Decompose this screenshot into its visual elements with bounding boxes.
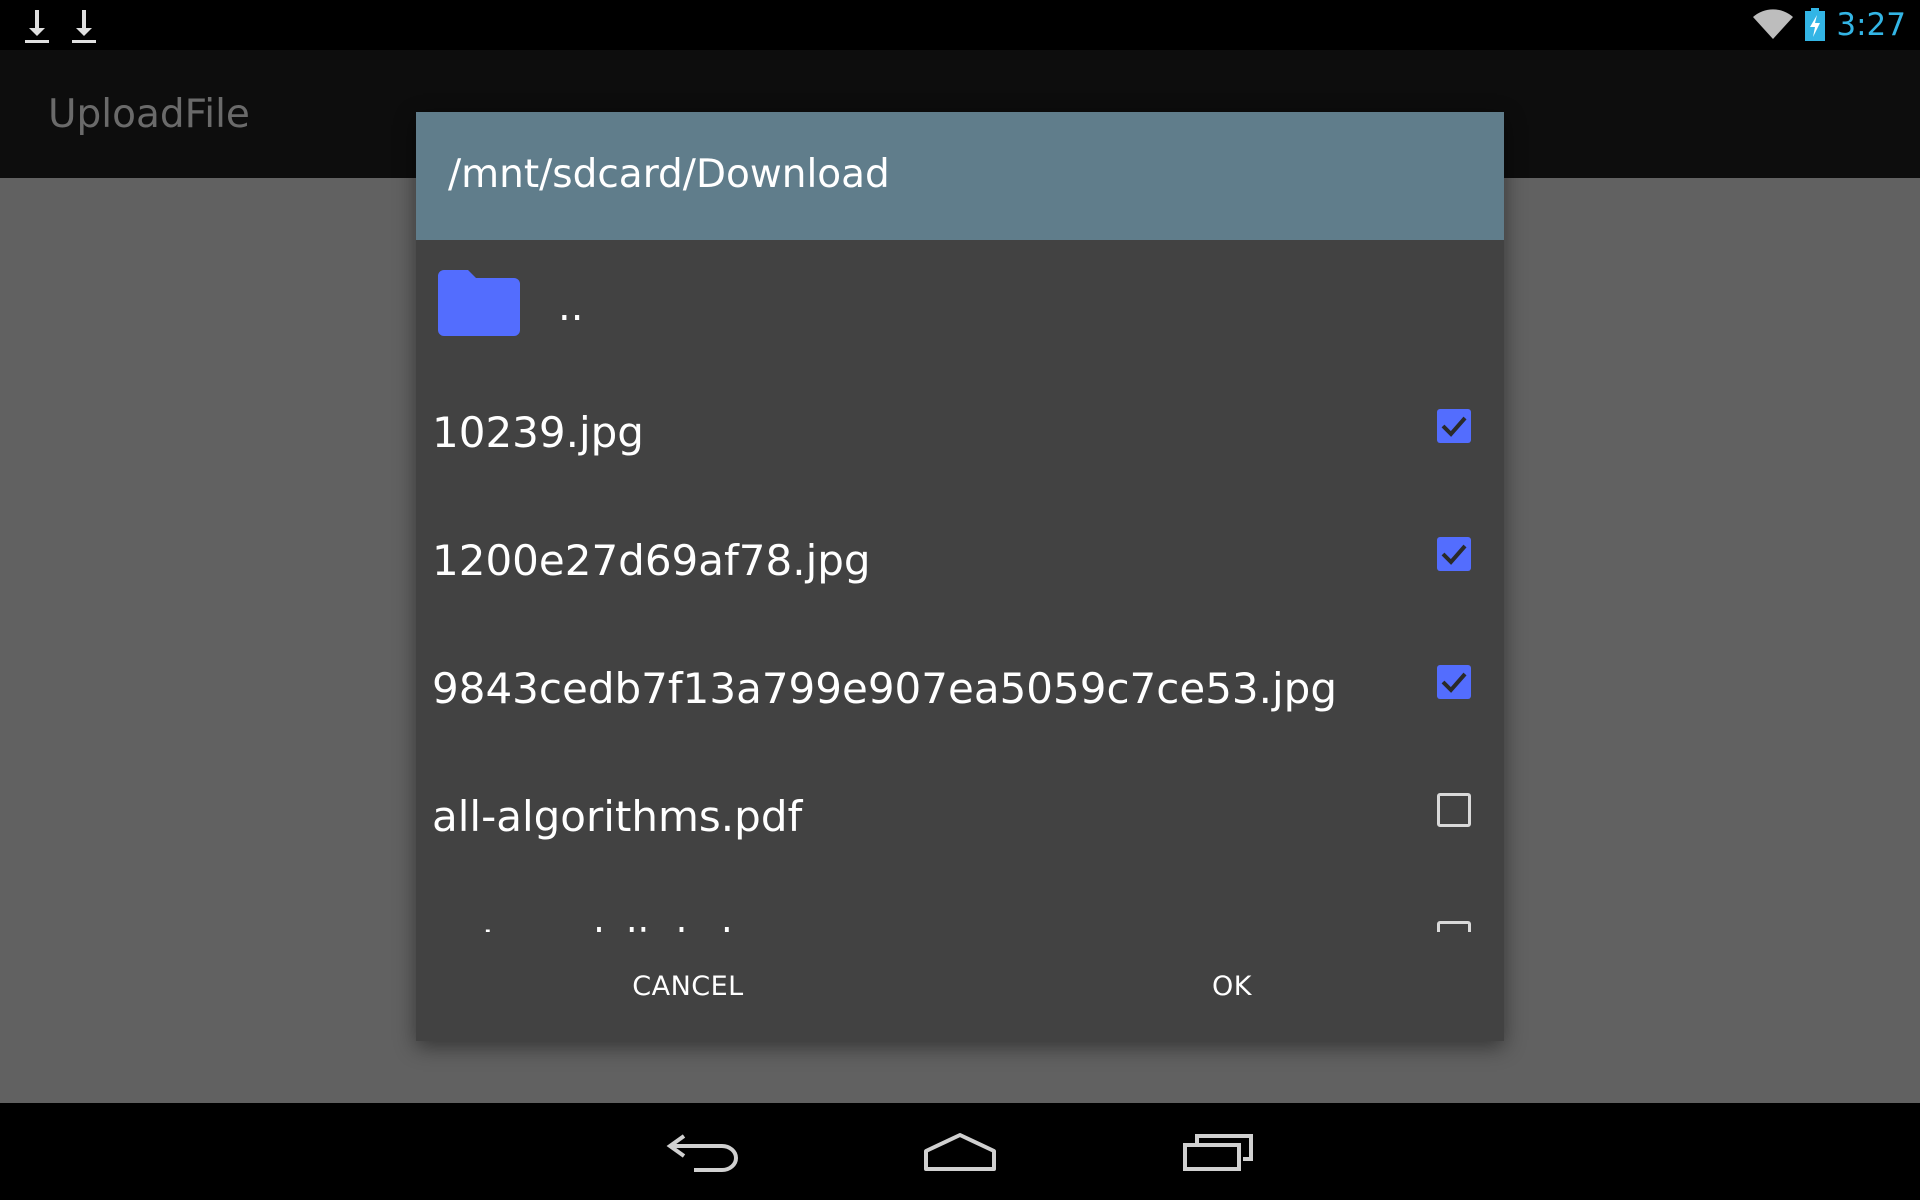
dialog-header: /mnt/sdcard/Download bbox=[416, 112, 1504, 240]
download-icon bbox=[25, 10, 49, 43]
file-checkbox-unchecked[interactable] bbox=[1437, 793, 1471, 827]
file-checkbox-checked[interactable] bbox=[1437, 409, 1471, 443]
file-name: 1200e27d69af78.jpg bbox=[432, 536, 871, 585]
status-icons: 3:27 bbox=[1752, 0, 1906, 50]
clock: 3:27 bbox=[1836, 7, 1906, 43]
folder-icon bbox=[438, 270, 520, 336]
file-row[interactable]: all-algorithms.pdf bbox=[416, 752, 1504, 880]
download-icon bbox=[72, 10, 96, 43]
battery-charging-icon bbox=[1805, 8, 1826, 41]
file-name: 9843cedb7f13a799e907ea5059c7ce53.jpg bbox=[432, 664, 1337, 713]
parent-directory-row[interactable]: .. bbox=[416, 240, 1504, 368]
file-checkbox-checked[interactable] bbox=[1437, 537, 1471, 571]
check-icon bbox=[1441, 416, 1467, 437]
file-picker-dialog: /mnt/sdcard/Download .. 10239.jpg 1200e2… bbox=[416, 112, 1504, 1041]
app-title: UploadFile bbox=[48, 92, 250, 137]
file-row[interactable]: 9843cedb7f13a799e907ea5059c7ce53.jpg bbox=[416, 624, 1504, 752]
file-row[interactable]: external_link_bumper.png bbox=[416, 880, 1504, 932]
file-name: 10239.jpg bbox=[432, 408, 644, 457]
navigation-bar bbox=[0, 1103, 1920, 1200]
check-icon bbox=[1441, 672, 1467, 693]
dialog-actions: CANCEL OK bbox=[416, 932, 1504, 1041]
status-bar: 3:27 bbox=[0, 0, 1920, 50]
home-icon bbox=[924, 1133, 996, 1171]
current-path: /mnt/sdcard/Download bbox=[448, 152, 890, 197]
parent-directory-label: .. bbox=[558, 284, 584, 330]
file-checkbox-checked[interactable] bbox=[1437, 665, 1471, 699]
file-list[interactable]: .. 10239.jpg 1200e27d69af78.jpg 9843cedb… bbox=[416, 240, 1504, 932]
back-button[interactable] bbox=[648, 1119, 758, 1185]
file-name: all-algorithms.pdf bbox=[432, 792, 803, 841]
file-name: external_link_bumper.png bbox=[432, 920, 975, 932]
recents-button[interactable] bbox=[1163, 1119, 1273, 1185]
back-icon bbox=[666, 1134, 738, 1172]
check-icon bbox=[1441, 544, 1467, 565]
home-button[interactable] bbox=[905, 1119, 1015, 1185]
file-row[interactable]: 10239.jpg bbox=[416, 368, 1504, 496]
ok-button[interactable]: OK bbox=[960, 932, 1504, 1041]
file-checkbox-unchecked[interactable] bbox=[1437, 921, 1471, 932]
wifi-icon bbox=[1753, 9, 1794, 39]
recents-icon bbox=[1183, 1134, 1253, 1171]
file-row[interactable]: 1200e27d69af78.jpg bbox=[416, 496, 1504, 624]
cancel-button[interactable]: CANCEL bbox=[416, 932, 960, 1041]
